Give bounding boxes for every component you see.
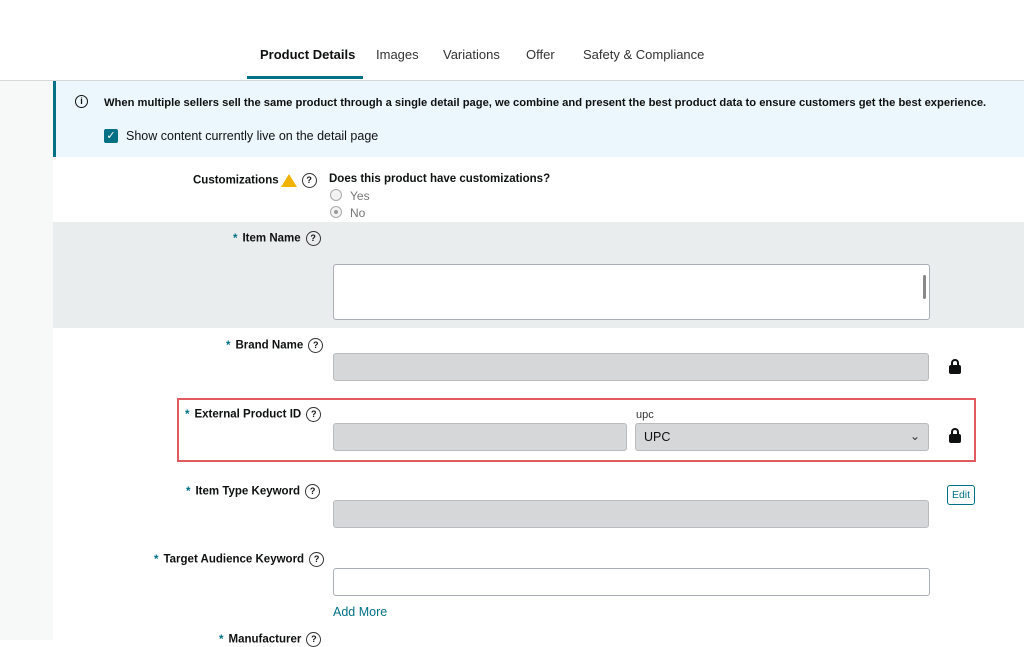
customizations-question: Does this product have customizations? (329, 173, 551, 185)
brand-name-label-text: Brand Name (235, 339, 304, 352)
add-more-link[interactable]: Add More (333, 605, 387, 619)
customizations-label-text: Customizations (193, 174, 279, 187)
help-icon[interactable]: ? (309, 552, 325, 567)
target-audience-keyword-label-text: Target Audience Keyword (163, 553, 305, 566)
tab-bar: Product Details Images Variations Offer … (0, 0, 1024, 81)
tab-safety-compliance[interactable]: Safety & Compliance (583, 47, 704, 62)
target-audience-keyword-label: * Target Audience Keyword? (154, 552, 325, 567)
external-product-id-label-text: External Product ID (194, 408, 302, 421)
checkbox-label: Show content currently live on the detai… (126, 129, 379, 143)
target-audience-keyword-input[interactable] (333, 568, 930, 596)
id-type-value: UPC (644, 430, 671, 444)
scrollbar[interactable] (923, 275, 926, 299)
item-type-keyword-label: * Item Type Keyword? (186, 484, 321, 499)
edit-button[interactable]: Edit (947, 485, 975, 505)
help-icon[interactable]: ? (305, 484, 321, 499)
external-product-id-input (333, 423, 627, 451)
brand-name-input (333, 353, 929, 381)
banner-text: When multiple sellers sell the same prod… (104, 97, 987, 109)
id-type-label: upc (636, 409, 654, 421)
customizations-label: Customizations? (193, 173, 317, 188)
lock-icon (949, 359, 961, 374)
left-gutter (0, 81, 53, 640)
id-type-select[interactable]: UPC ⌄ (635, 423, 929, 451)
info-icon: i (75, 95, 88, 108)
help-icon[interactable]: ? (301, 173, 317, 188)
radio-yes[interactable] (330, 189, 342, 201)
help-icon[interactable]: ? (305, 231, 321, 246)
help-icon[interactable]: ? (306, 407, 322, 422)
item-name-label: * Item Name? (233, 231, 321, 246)
help-icon[interactable]: ? (308, 338, 324, 353)
lock-icon (949, 428, 961, 443)
info-banner: i When multiple sellers sell the same pr… (53, 81, 1024, 157)
radio-no-label: No (350, 206, 366, 220)
external-product-id-label: * External Product ID? (185, 407, 322, 422)
item-type-keyword-label-text: Item Type Keyword (195, 485, 301, 498)
tab-offer[interactable]: Offer (526, 47, 555, 62)
active-tab-indicator (247, 76, 363, 79)
tab-images[interactable]: Images (376, 47, 419, 62)
radio-yes-label: Yes (350, 189, 370, 203)
chevron-down-icon: ⌄ (909, 429, 920, 443)
tab-variations[interactable]: Variations (443, 47, 500, 62)
show-live-content-checkbox[interactable]: ✓ (104, 129, 118, 143)
item-type-keyword-input (333, 500, 929, 528)
warning-icon (280, 174, 297, 187)
brand-name-label: * Brand Name? (226, 338, 324, 353)
item-name-textarea[interactable] (333, 264, 930, 320)
tab-product-details[interactable]: Product Details (260, 47, 355, 62)
radio-no[interactable] (330, 206, 342, 218)
item-name-label-text: Item Name (242, 232, 301, 245)
